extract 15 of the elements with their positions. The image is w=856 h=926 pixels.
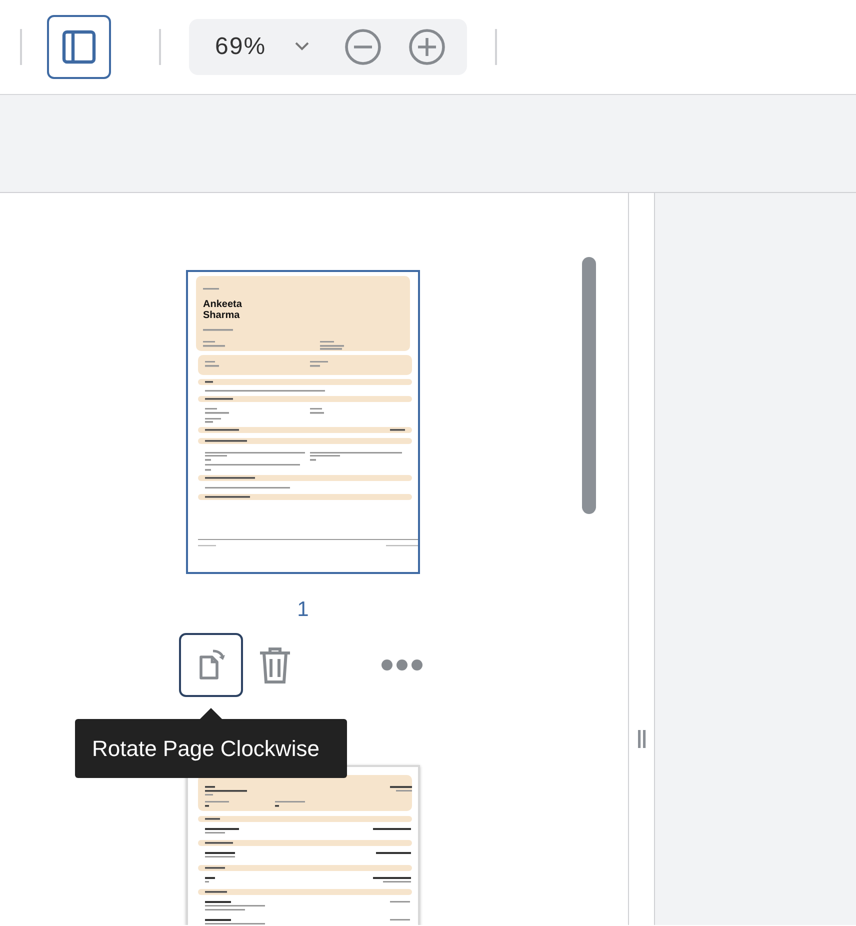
sidebar-toggle-button[interactable] [47, 15, 111, 79]
candidate-name: Ankeeta Sharma [203, 299, 243, 321]
zoom-out-button[interactable] [344, 28, 382, 66]
zoom-level[interactable]: 69% [215, 33, 273, 61]
rotate-button[interactable] [179, 633, 243, 697]
chevron-down-icon[interactable] [294, 41, 310, 51]
zoom-in-button[interactable] [408, 28, 446, 66]
delete-button[interactable] [257, 645, 293, 685]
tooltip: Rotate Page Clockwise [75, 708, 347, 778]
page-number: 1 [296, 598, 310, 622]
scrollbar-thumb[interactable] [582, 257, 596, 514]
sidebar-icon [61, 29, 97, 65]
grip-handle-icon[interactable] [636, 730, 646, 748]
more-button[interactable] [381, 659, 423, 671]
page-thumbnail[interactable]: Ankeeta Sharma [186, 270, 420, 574]
